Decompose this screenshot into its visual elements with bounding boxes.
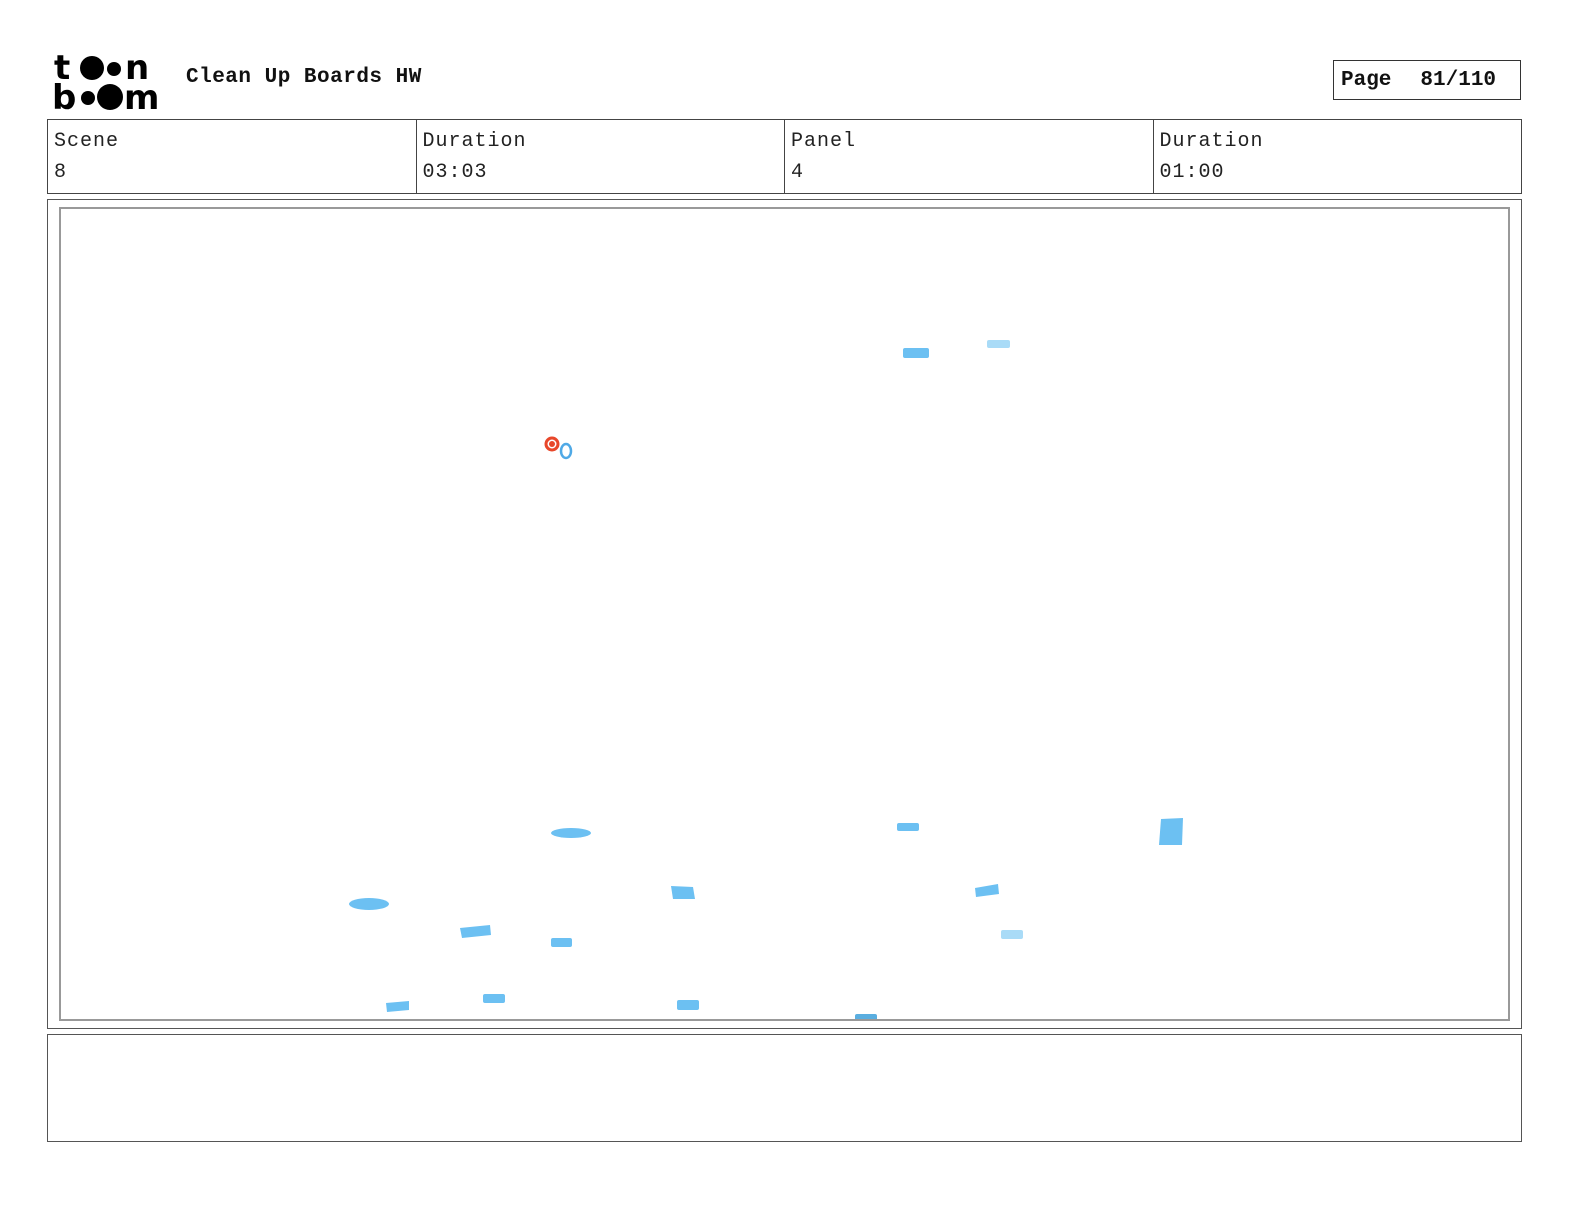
scene-duration-cell: Duration 03:03: [417, 120, 785, 193]
svg-text:m: m: [124, 78, 159, 112]
paint-stroke: [551, 938, 572, 947]
page-number: 81/110: [1420, 68, 1497, 92]
paint-stroke: [460, 925, 491, 938]
paint-stroke: [386, 1001, 409, 1012]
svg-text:b: b: [52, 78, 76, 112]
paint-stroke: [677, 1000, 699, 1010]
panel-drawing: [349, 340, 1183, 1019]
paint-stroke-dark: [855, 1014, 877, 1019]
panel-duration-cell: Duration 01:00: [1154, 120, 1522, 193]
paint-stroke: [1159, 818, 1183, 845]
paint-stroke: [975, 884, 999, 897]
page-indicator: Page 81/110: [1333, 60, 1521, 100]
paint-stroke-light: [987, 340, 1010, 348]
panel-duration-value: 01:00: [1159, 161, 1225, 184]
paint-stroke: [903, 348, 929, 358]
page-label: Page: [1341, 68, 1392, 92]
toon-boom-logo: t n b m: [52, 50, 164, 112]
paint-stroke: [349, 898, 389, 910]
panel-value: 4: [791, 161, 805, 184]
document-title: Clean Up Boards HW: [186, 66, 422, 89]
panel-notes-box: [47, 1034, 1522, 1142]
paint-stroke-light: [1001, 930, 1023, 939]
panel-info-table: Scene 8 Duration 03:03 Panel 4 Duration …: [47, 119, 1522, 194]
scene-value: 8: [54, 161, 68, 184]
scene-duration-label: Duration: [422, 130, 527, 153]
scene-label: Scene: [54, 130, 120, 153]
panel-image: [59, 207, 1510, 1021]
paint-stroke: [897, 823, 919, 831]
paint-stroke: [551, 828, 591, 838]
paint-stroke: [671, 886, 695, 899]
paint-stroke: [483, 994, 505, 1003]
panel-cell: Panel 4: [785, 120, 1154, 193]
panel-label: Panel: [791, 130, 857, 153]
scene-cell: Scene 8: [48, 120, 417, 193]
panel-duration-label: Duration: [1159, 130, 1264, 153]
eye-doodle: [544, 436, 573, 460]
scene-duration-value: 03:03: [422, 161, 488, 184]
